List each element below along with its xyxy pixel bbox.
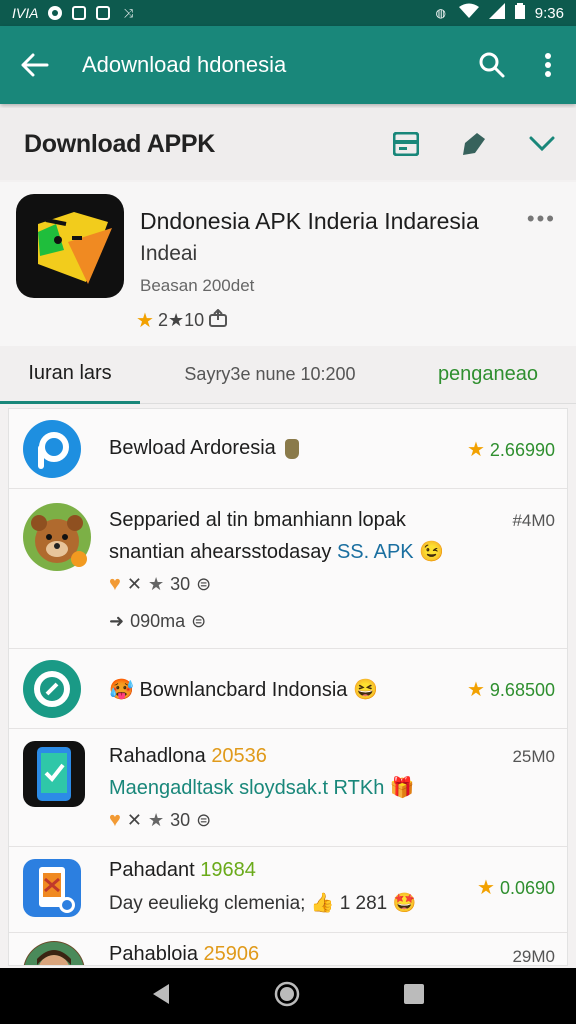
- list-item-rating: ♥ ✕ ★ 30 ⊜: [109, 573, 212, 595]
- lock-icon: ⊜: [196, 574, 212, 594]
- notification-image-icon: [96, 6, 111, 20]
- list-item-title: 🥵 Bownlancbard Indonsia 😆: [109, 679, 378, 701]
- shield-icon: ◍: [435, 6, 447, 20]
- nav-recents-icon[interactable]: [403, 983, 425, 1010]
- link-app-icon: [23, 660, 81, 718]
- star-icon: ★: [466, 439, 485, 461]
- close-icon: ✕: [126, 574, 142, 594]
- list-item[interactable]: Rahadlona 20536 Maengadltask sloydsak.t …: [9, 729, 567, 847]
- star-icon: ★: [147, 810, 165, 830]
- notification-link-icon: ⤨: [123, 5, 134, 20]
- list-item-subtitle: snantian ahearsstodasay SS. APK 😉: [109, 541, 445, 563]
- list-item[interactable]: 🥵 Bownlancbard Indonsia 😆 ★ 9.68500: [9, 649, 567, 729]
- notification-lock-icon: [72, 6, 87, 20]
- app-meta: Beasan 200det: [140, 276, 255, 295]
- status-bar: IVIA ⤨ ◍ 9:36: [0, 0, 576, 26]
- person-avatar-icon: [23, 941, 85, 965]
- star-icon: ★: [466, 679, 485, 701]
- star-icon: ★: [136, 310, 154, 332]
- grin-emoji-icon: 🤩: [392, 893, 417, 914]
- overflow-menu-icon[interactable]: [520, 26, 576, 104]
- tab-second[interactable]: Sayry3e nune 10:200: [140, 346, 400, 404]
- list-item-title: Pahabloia 25906: [109, 943, 260, 965]
- app-p-icon: [23, 420, 81, 478]
- list-item-subtitle: Day eeuliekg clemenia; 👍 1 281 🤩: [109, 893, 417, 914]
- list-item-size: 25M0: [512, 747, 555, 766]
- list-item[interactable]: Pahabloia 25906 29M0: [9, 933, 567, 966]
- list-item[interactable]: Sepparied al tin bmanhiann lopak snantia…: [9, 489, 567, 649]
- app-rating: ★ 2★10: [136, 308, 228, 333]
- list-item[interactable]: Bewload Ardoresia ★ 2.66990: [9, 409, 567, 489]
- back-arrow-icon[interactable]: [0, 26, 70, 104]
- list-item-subtitle: Maengadltask sloydsak.t RTKh 🎁: [109, 777, 415, 799]
- search-icon[interactable]: [464, 26, 520, 104]
- arrow-right-icon: ➜: [109, 611, 125, 631]
- nav-home-icon[interactable]: [274, 981, 300, 1012]
- tablet-app-icon: [23, 859, 81, 917]
- app-name: Dndonesia APK Inderia Indaresia: [140, 208, 479, 234]
- signal-icon: [488, 3, 505, 23]
- tab-first[interactable]: Iuran lars: [0, 346, 140, 404]
- heart-icon: ♥: [109, 573, 121, 595]
- lock-icon: ⊜: [196, 810, 212, 830]
- battery-icon: [514, 3, 525, 23]
- toolbar-title: Adownload hdonesia: [82, 52, 287, 77]
- app-rating-value: 2★10: [157, 310, 205, 330]
- nav-back-icon[interactable]: [151, 983, 171, 1010]
- app-list: Bewload Ardoresia ★ 2.66990 Sepparied al…: [8, 408, 568, 966]
- list-item-size: 29M0: [512, 947, 555, 966]
- app-logo-icon: [16, 194, 124, 298]
- list-item-title: Sepparied al tin bmanhiann lopak: [109, 509, 406, 531]
- list-item-extra: ➜ 090ma ⊜: [109, 611, 207, 631]
- card-icon[interactable]: [372, 108, 440, 180]
- star-icon: ★: [147, 574, 165, 594]
- thumbs-up-icon: 👍: [310, 893, 335, 914]
- app-toolbar: Adownload hdonesia: [0, 26, 576, 104]
- wifi-icon: [458, 3, 479, 23]
- tab-bar: Iuran lars Sayry3e nune 10:200 penganeao: [0, 346, 576, 404]
- more-options-icon[interactable]: •••: [527, 206, 556, 232]
- star-icon: ★: [476, 877, 495, 899]
- heart-icon: ♥: [109, 809, 121, 831]
- list-item[interactable]: Pahadant 19684 Day eeuliekg clemenia; 👍 …: [9, 847, 567, 933]
- list-item-rating: ♥ ✕ ★ 30 ⊜: [109, 809, 212, 831]
- face-emoji-icon: 🥵: [109, 679, 134, 701]
- gift-icon: 🎁: [389, 777, 415, 799]
- app-developer: Indeai: [140, 242, 198, 265]
- list-item-size: #4M0: [512, 511, 555, 530]
- close-icon: ✕: [126, 810, 142, 830]
- status-carrier-text: IVIA: [12, 5, 39, 21]
- list-item-rating: ★ 9.68500: [466, 679, 555, 701]
- list-item-rating: ★ 2.66990: [466, 439, 555, 461]
- lock-icon: ⊜: [191, 611, 207, 631]
- list-item-title: Pahadant 19684: [109, 859, 256, 881]
- share-icon[interactable]: [208, 308, 228, 332]
- list-item-title: Rahadlona 20536: [109, 745, 267, 767]
- app-card[interactable]: Dndonesia APK Inderia Indaresia Indeai B…: [0, 182, 576, 346]
- list-item-rating: ★ 0.0690: [476, 877, 555, 899]
- section-title: Download APPK: [24, 129, 216, 158]
- system-nav-bar: [0, 968, 576, 1024]
- bear-avatar-icon: [23, 503, 91, 571]
- section-header: Download APPK: [0, 108, 576, 180]
- tag-icon[interactable]: [440, 108, 508, 180]
- phone-app-icon: [23, 741, 85, 807]
- status-time: 9:36: [534, 4, 564, 22]
- bottle-icon: [285, 438, 300, 459]
- wink-emoji-icon: 😉: [419, 541, 445, 563]
- notification-app-icon: [48, 6, 63, 20]
- chevron-down-icon[interactable]: [508, 108, 576, 180]
- list-item-title: Bewload Ardoresia: [109, 437, 300, 460]
- tab-third[interactable]: penganeao: [400, 346, 576, 404]
- laugh-emoji-icon: 😆: [352, 679, 378, 701]
